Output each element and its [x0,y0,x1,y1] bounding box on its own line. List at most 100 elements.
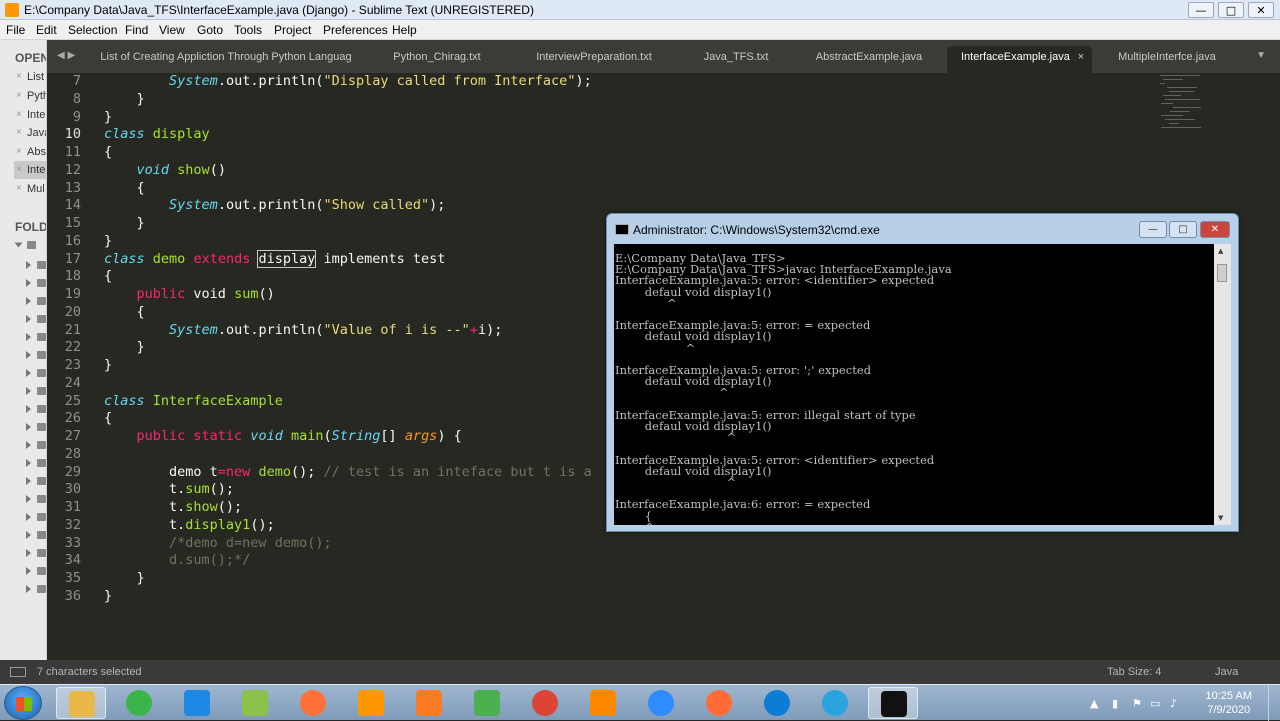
code-line[interactable]: demo t=new demo(); // test is an intefac… [104,463,592,481]
code-line[interactable]: public void sum() [104,285,275,303]
folder-node[interactable] [26,566,46,577]
folder-node[interactable] [26,386,46,397]
taskbar-edge[interactable] [752,687,802,719]
show-desktop-button[interactable] [1268,685,1280,721]
folder-node[interactable] [26,332,46,343]
code-line[interactable]: /*demo d=new demo(); [104,534,332,552]
cmd-close-button[interactable]: ✕ [1200,221,1230,238]
folder-node[interactable] [26,314,46,325]
tray-expand-icon[interactable]: ▲ [1090,697,1098,710]
folder-node[interactable] [26,440,46,451]
folder-node[interactable] [26,494,46,505]
close-file-icon[interactable]: × [16,106,22,124]
code-line[interactable]: { [104,409,112,427]
code-line[interactable]: t.display1(); [104,516,275,534]
tab-abstract-example[interactable]: AbstractExample.java [793,46,945,73]
menu-preferences[interactable]: Preferences [323,23,388,37]
taskbar-cmd[interactable] [868,687,918,719]
menu-view[interactable]: View [159,23,185,37]
code-line[interactable]: t.sum(); [104,480,234,498]
code-line[interactable]: System.out.println("Value of i is --"+i)… [104,321,502,339]
open-file-item[interactable]: × Abs [14,143,46,161]
cmd-scrollbar-thumb[interactable] [1217,264,1227,282]
code-line[interactable]: class demo extends display implements te… [104,250,445,268]
cmd-window[interactable]: Administrator: C:\Windows\System32\cmd.e… [606,213,1239,532]
code-line[interactable]: t.show(); [104,498,242,516]
code-line[interactable]: System.out.println("Show called"); [104,196,445,214]
folder-node[interactable] [26,584,46,595]
code-line[interactable]: void show() [104,161,226,179]
menu-selection[interactable]: Selection [68,23,117,37]
cmd-minimize-button[interactable]: — [1139,221,1167,238]
open-file-item[interactable]: × List [14,68,46,86]
menu-project[interactable]: Project [274,23,311,37]
taskbar-file-explorer[interactable] [56,687,106,719]
taskbar-eclipse-green[interactable] [462,687,512,719]
close-file-icon[interactable]: × [16,161,22,179]
tab-size-indicator[interactable]: Tab Size: 4 [1107,666,1161,678]
code-line[interactable]: } [104,90,145,108]
code-line[interactable]: class display [104,125,210,143]
code-line[interactable]: { [104,143,112,161]
menu-goto[interactable]: Goto [197,23,223,37]
taskbar-chrome[interactable] [520,687,570,719]
minimap[interactable] [1155,73,1235,133]
network-icon[interactable]: ▮ [1112,697,1118,710]
code-line[interactable]: { [104,179,145,197]
close-button[interactable]: ✕ [1248,2,1274,18]
code-line[interactable]: } [104,214,145,232]
scroll-up-icon[interactable]: ▲ [1218,247,1223,255]
menu-tools[interactable]: Tools [234,23,262,37]
close-file-icon[interactable]: × [16,124,22,142]
taskbar-vscode[interactable] [172,687,222,719]
open-file-item[interactable]: × Pyth [14,87,46,105]
taskbar-chrome-ring[interactable] [114,687,164,719]
panel-toggle-icon[interactable] [10,667,26,677]
code-line[interactable]: } [104,569,145,587]
close-file-icon[interactable]: × [16,143,22,161]
taskbar-sublime-text[interactable] [346,687,396,719]
code-line[interactable]: System.out.println("Display called from … [104,72,592,90]
code-line[interactable]: class InterfaceExample [104,392,283,410]
scroll-down-icon[interactable]: ▼ [1218,514,1223,522]
tab-menu-chevron-icon[interactable]: ▼ [1256,50,1266,61]
open-file-item-active[interactable]: × Inte [14,161,46,179]
folder-node[interactable] [26,296,46,307]
flag-icon[interactable]: ⚑ [1132,697,1142,710]
folder-node[interactable] [26,404,46,415]
menu-edit[interactable]: Edit [36,23,57,37]
tab-java-tfs[interactable]: Java_TFS.txt [681,46,791,73]
battery-icon[interactable]: ▭ [1150,697,1160,710]
menu-help[interactable]: Help [392,23,417,37]
tab-multiple-interface[interactable]: MultipleInterfce.java [1097,46,1237,73]
maximize-button[interactable]: □ [1218,2,1244,18]
volume-icon[interactable]: ♪ [1170,697,1177,710]
tab-python-chirag[interactable]: Python_Chirag.txt [367,46,507,73]
folder-node[interactable] [26,458,46,469]
taskbar-zoom[interactable] [636,687,686,719]
cmd-scrollbar[interactable]: ▲ ▼ [1214,244,1231,525]
open-file-item[interactable]: × Mul [14,180,46,198]
taskbar-firefox[interactable] [288,687,338,719]
cmd-console[interactable]: E:\Company Data\Java_TFS> E:\Company Dat… [614,244,1231,525]
open-file-item[interactable]: × Java [14,124,46,142]
folder-node[interactable] [26,476,46,487]
tab-interface-example[interactable]: InterfaceExample.java × [947,46,1092,73]
folder-node[interactable] [26,350,46,361]
menu-file[interactable]: File [6,23,25,37]
cmd-maximize-button[interactable]: □ [1169,221,1197,238]
taskbar-vlc[interactable] [578,687,628,719]
root-folder-node[interactable] [14,240,36,251]
folder-node[interactable] [26,278,46,289]
code-line[interactable]: } [104,587,112,605]
code-line[interactable]: { [104,267,112,285]
minimize-button[interactable]: — [1188,2,1214,18]
open-file-item[interactable]: × Inte [14,106,46,124]
taskbar-telegram[interactable] [810,687,860,719]
code-line[interactable]: } [104,356,112,374]
close-file-icon[interactable]: × [16,180,22,198]
taskbar-xampp[interactable] [404,687,454,719]
code-line[interactable]: { [104,303,145,321]
folder-node[interactable] [26,530,46,541]
tab-close-icon[interactable]: × [1078,46,1084,68]
